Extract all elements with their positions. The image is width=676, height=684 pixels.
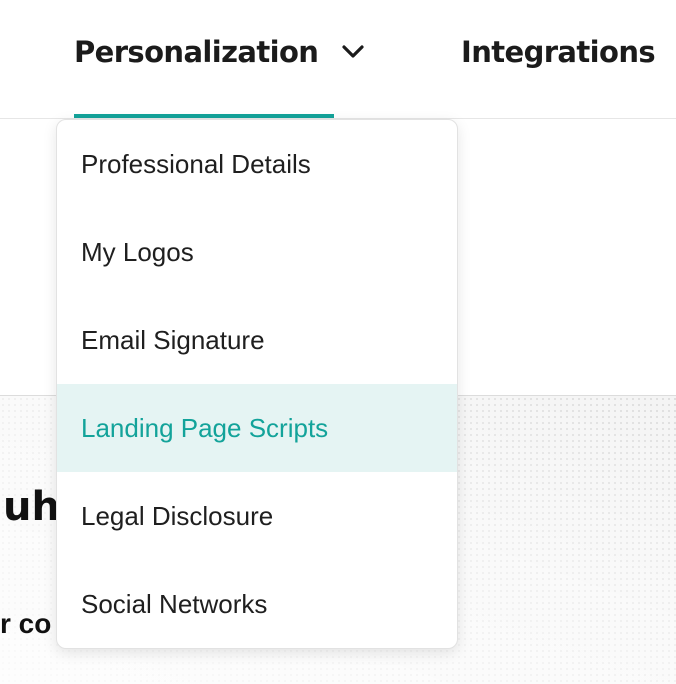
menu-item-legal-disclosure[interactable]: Legal Disclosure: [57, 472, 457, 560]
tab-integrations-label: Integrations: [461, 35, 656, 69]
menu-item-professional-details[interactable]: Professional Details: [57, 120, 457, 208]
menu-item-label: Professional Details: [81, 148, 311, 179]
active-tab-indicator: [74, 114, 334, 118]
menu-item-social-networks[interactable]: Social Networks: [57, 560, 457, 648]
menu-item-label: Landing Page Scripts: [81, 412, 329, 443]
personalization-dropdown-menu: Professional Details My Logos Email Sign…: [56, 119, 458, 649]
tab-integrations[interactable]: Integrations: [461, 0, 676, 118]
menu-item-label: Social Networks: [81, 588, 268, 619]
menu-item-email-signature[interactable]: Email Signature: [57, 296, 457, 384]
menu-item-landing-page-scripts[interactable]: Landing Page Scripts: [57, 384, 457, 472]
menu-item-label: Legal Disclosure: [81, 500, 274, 531]
top-navigation: Personalization Integrations: [0, 0, 676, 119]
chevron-down-icon: [340, 39, 366, 65]
tab-personalization[interactable]: Personalization: [74, 0, 364, 118]
tab-personalization-label: Personalization: [74, 35, 319, 69]
hero-heading: uh!: [0, 484, 60, 530]
menu-item-my-logos[interactable]: My Logos: [57, 208, 457, 296]
menu-item-label: Email Signature: [81, 324, 265, 355]
menu-item-label: My Logos: [81, 236, 194, 267]
